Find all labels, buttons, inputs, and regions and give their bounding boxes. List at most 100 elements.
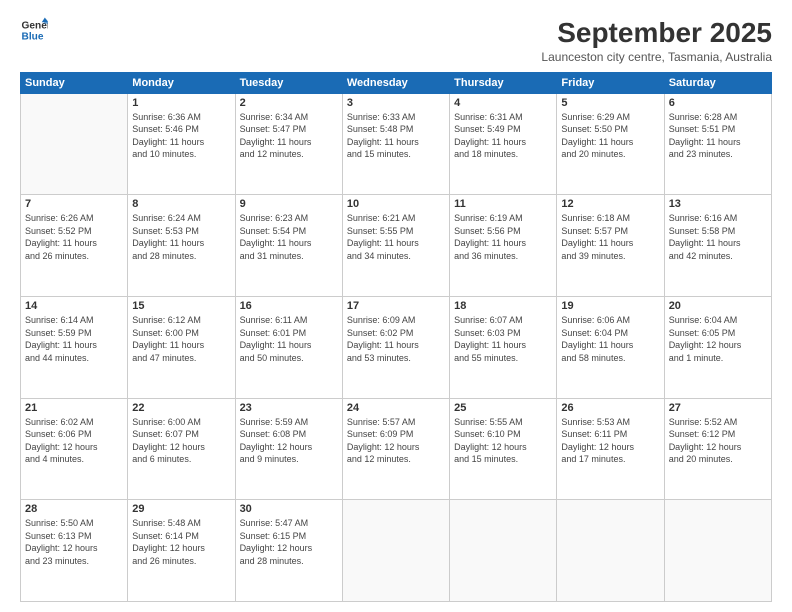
day-info-line: Sunrise: 6:09 AM <box>347 315 416 325</box>
day-info-line: and 53 minutes. <box>347 353 411 363</box>
table-cell: 18Sunrise: 6:07 AMSunset: 6:03 PMDayligh… <box>450 296 557 398</box>
day-info-line: Daylight: 11 hours <box>454 137 526 147</box>
day-info-line: Sunrise: 6:16 AM <box>669 213 738 223</box>
table-cell: 28Sunrise: 5:50 AMSunset: 6:13 PMDayligh… <box>21 500 128 602</box>
table-cell: 19Sunrise: 6:06 AMSunset: 6:04 PMDayligh… <box>557 296 664 398</box>
day-info: Sunrise: 6:33 AMSunset: 5:48 PMDaylight:… <box>347 111 445 161</box>
day-info: Sunrise: 6:24 AMSunset: 5:53 PMDaylight:… <box>132 212 230 262</box>
day-info: Sunrise: 6:31 AMSunset: 5:49 PMDaylight:… <box>454 111 552 161</box>
day-info-line: and 20 minutes. <box>561 149 625 159</box>
day-info-line: Daylight: 11 hours <box>561 137 633 147</box>
day-info-line: and 36 minutes. <box>454 251 518 261</box>
day-info-line: Sunset: 6:10 PM <box>454 429 521 439</box>
table-cell: 26Sunrise: 5:53 AMSunset: 6:11 PMDayligh… <box>557 398 664 500</box>
day-info-line: Sunset: 5:53 PM <box>132 226 199 236</box>
day-info: Sunrise: 5:47 AMSunset: 6:15 PMDaylight:… <box>240 517 338 567</box>
table-cell <box>21 93 128 195</box>
day-info-line: and 23 minutes. <box>669 149 733 159</box>
day-number: 9 <box>240 198 338 210</box>
header-friday: Friday <box>557 72 664 93</box>
day-info-line: Sunset: 5:57 PM <box>561 226 628 236</box>
day-number: 3 <box>347 97 445 109</box>
subtitle: Launceston city centre, Tasmania, Austra… <box>541 50 772 64</box>
day-info-line: Sunset: 5:51 PM <box>669 124 736 134</box>
day-info-line: Sunrise: 6:29 AM <box>561 112 630 122</box>
day-info-line: Sunrise: 6:06 AM <box>561 315 630 325</box>
day-info-line: and 4 minutes. <box>25 454 84 464</box>
day-info-line: Sunrise: 5:47 AM <box>240 518 309 528</box>
header-tuesday: Tuesday <box>235 72 342 93</box>
day-info-line: Sunrise: 6:24 AM <box>132 213 201 223</box>
day-info-line: Sunrise: 6:11 AM <box>240 315 308 325</box>
day-info-line: Daylight: 11 hours <box>454 340 526 350</box>
day-info: Sunrise: 6:07 AMSunset: 6:03 PMDaylight:… <box>454 314 552 364</box>
day-info-line: Sunset: 5:54 PM <box>240 226 307 236</box>
table-cell: 25Sunrise: 5:55 AMSunset: 6:10 PMDayligh… <box>450 398 557 500</box>
day-info-line: Sunset: 5:47 PM <box>240 124 307 134</box>
day-info-line: Sunset: 6:12 PM <box>669 429 736 439</box>
day-info-line: and 31 minutes. <box>240 251 304 261</box>
table-cell: 24Sunrise: 5:57 AMSunset: 6:09 PMDayligh… <box>342 398 449 500</box>
day-info-line: Daylight: 11 hours <box>347 238 419 248</box>
day-number: 4 <box>454 97 552 109</box>
day-info-line: Sunrise: 5:48 AM <box>132 518 201 528</box>
day-info-line: Sunrise: 5:52 AM <box>669 417 738 427</box>
day-info-line: and 15 minutes. <box>347 149 411 159</box>
day-number: 19 <box>561 300 659 312</box>
day-number: 25 <box>454 402 552 414</box>
table-cell: 8Sunrise: 6:24 AMSunset: 5:53 PMDaylight… <box>128 195 235 297</box>
day-info-line: Sunset: 5:59 PM <box>25 328 92 338</box>
day-info-line: Daylight: 11 hours <box>561 238 633 248</box>
week-row-1: 7Sunrise: 6:26 AMSunset: 5:52 PMDaylight… <box>21 195 772 297</box>
table-cell: 12Sunrise: 6:18 AMSunset: 5:57 PMDayligh… <box>557 195 664 297</box>
day-info-line: Sunrise: 6:07 AM <box>454 315 523 325</box>
day-info-line: Daylight: 12 hours <box>25 442 98 452</box>
day-info: Sunrise: 6:21 AMSunset: 5:55 PMDaylight:… <box>347 212 445 262</box>
table-cell: 15Sunrise: 6:12 AMSunset: 6:00 PMDayligh… <box>128 296 235 398</box>
day-info-line: Daylight: 12 hours <box>669 340 742 350</box>
table-cell: 16Sunrise: 6:11 AMSunset: 6:01 PMDayligh… <box>235 296 342 398</box>
day-info-line: Daylight: 11 hours <box>25 340 97 350</box>
day-info-line: Sunrise: 6:19 AM <box>454 213 523 223</box>
day-number: 12 <box>561 198 659 210</box>
day-number: 17 <box>347 300 445 312</box>
day-info: Sunrise: 6:04 AMSunset: 6:05 PMDaylight:… <box>669 314 767 364</box>
week-row-3: 21Sunrise: 6:02 AMSunset: 6:06 PMDayligh… <box>21 398 772 500</box>
day-info-line: and 18 minutes. <box>454 149 518 159</box>
week-row-4: 28Sunrise: 5:50 AMSunset: 6:13 PMDayligh… <box>21 500 772 602</box>
day-info-line: and 1 minute. <box>669 353 724 363</box>
day-info-line: Sunset: 5:52 PM <box>25 226 92 236</box>
day-info-line: Daylight: 11 hours <box>669 137 741 147</box>
day-info-line: and 6 minutes. <box>132 454 191 464</box>
day-info-line: Sunrise: 5:50 AM <box>25 518 94 528</box>
day-info: Sunrise: 5:55 AMSunset: 6:10 PMDaylight:… <box>454 416 552 466</box>
logo-icon: General Blue <box>20 16 48 44</box>
day-number: 11 <box>454 198 552 210</box>
day-info-line: Sunrise: 6:31 AM <box>454 112 523 122</box>
day-number: 10 <box>347 198 445 210</box>
day-info: Sunrise: 5:50 AMSunset: 6:13 PMDaylight:… <box>25 517 123 567</box>
header-wednesday: Wednesday <box>342 72 449 93</box>
table-cell: 29Sunrise: 5:48 AMSunset: 6:14 PMDayligh… <box>128 500 235 602</box>
day-number: 22 <box>132 402 230 414</box>
day-number: 7 <box>25 198 123 210</box>
day-info-line: Sunset: 6:07 PM <box>132 429 199 439</box>
day-info: Sunrise: 6:02 AMSunset: 6:06 PMDaylight:… <box>25 416 123 466</box>
day-info-line: Sunrise: 6:21 AM <box>347 213 416 223</box>
table-cell: 13Sunrise: 6:16 AMSunset: 5:58 PMDayligh… <box>664 195 771 297</box>
title-block: September 2025 Launceston city centre, T… <box>541 16 772 64</box>
svg-text:Blue: Blue <box>22 31 44 42</box>
table-cell: 10 Sunrise: 6:21 AMSunset: 5:55 PMDayligh… <box>342 195 449 297</box>
day-info-line: and 15 minutes. <box>454 454 518 464</box>
day-info-line: Sunrise: 5:55 AM <box>454 417 523 427</box>
day-info: Sunrise: 5:48 AMSunset: 6:14 PMDaylight:… <box>132 517 230 567</box>
day-info-line: and 26 minutes. <box>132 556 196 566</box>
day-info-line: Daylight: 11 hours <box>240 340 312 350</box>
table-cell <box>664 500 771 602</box>
day-info: Sunrise: 5:59 AMSunset: 6:08 PMDaylight:… <box>240 416 338 466</box>
day-info-line: Sunset: 6:05 PM <box>669 328 736 338</box>
day-info-line: Daylight: 11 hours <box>669 238 741 248</box>
table-cell: 9Sunrise: 6:23 AMSunset: 5:54 PMDaylight… <box>235 195 342 297</box>
day-number: 8 <box>132 198 230 210</box>
day-info-line: and 39 minutes. <box>561 251 625 261</box>
